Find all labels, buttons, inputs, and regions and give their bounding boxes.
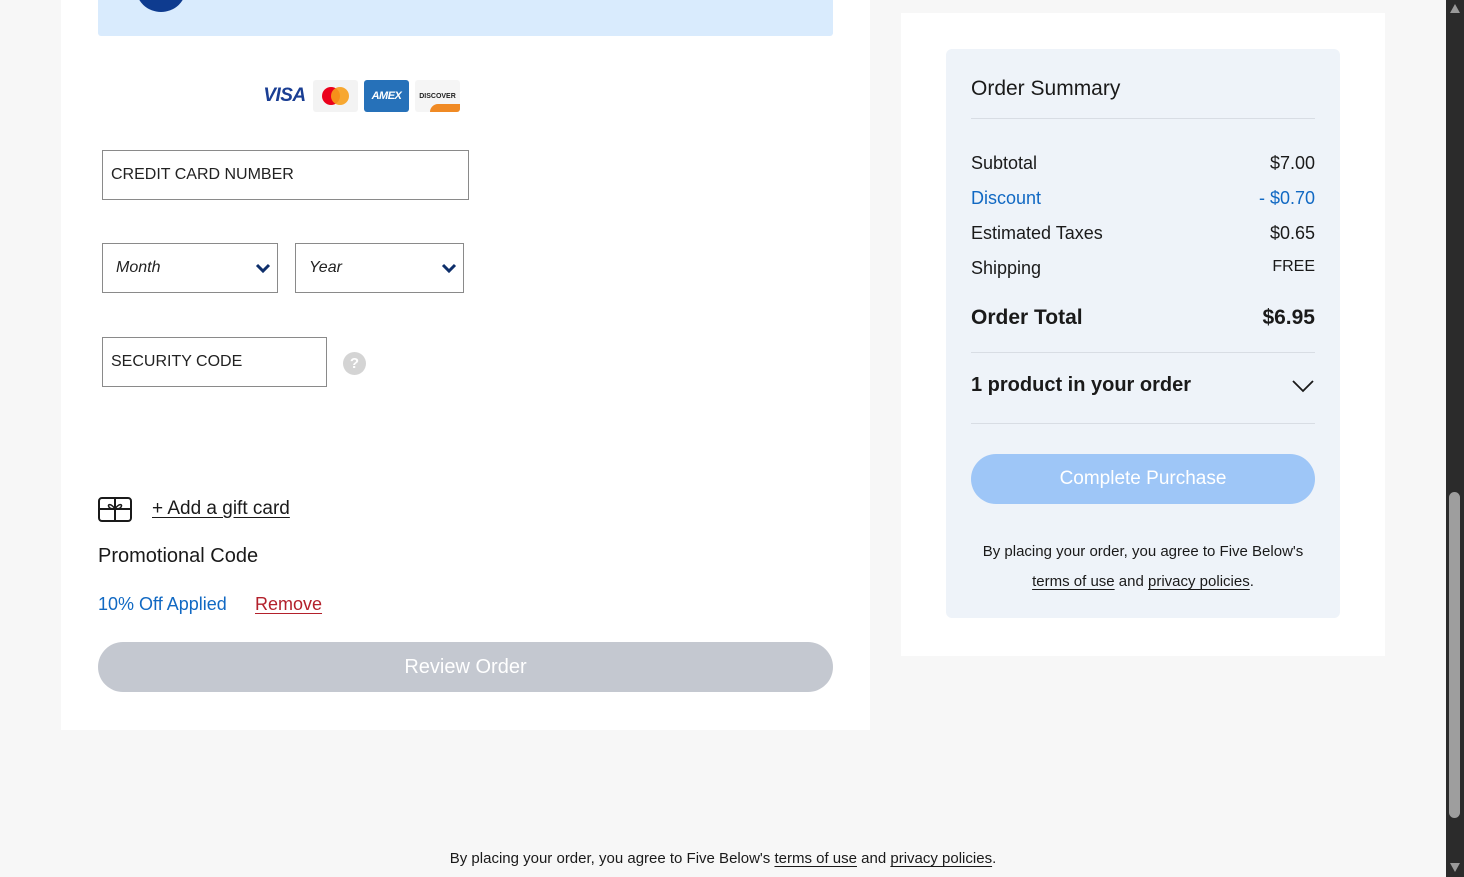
shipping-label: Shipping	[971, 258, 1042, 278]
chevron-down-icon	[255, 263, 271, 274]
expiry-year-select[interactable]: Year	[295, 243, 464, 293]
amex-icon: AMEX	[364, 80, 409, 112]
discount-row: Discount - $0.70	[971, 188, 1315, 209]
privacy-policies-link[interactable]: privacy policies	[1148, 573, 1250, 590]
payment-method-banner	[98, 0, 833, 36]
divider	[971, 118, 1315, 119]
accepted-cards: VISA AMEX DISCOVER	[262, 80, 460, 112]
subtotal-label: Subtotal	[971, 153, 1038, 173]
order-summary-title: Order Summary	[971, 77, 1121, 100]
subtotal-value: $7.00	[1269, 153, 1315, 173]
expiry-month-select[interactable]: Month	[102, 243, 278, 293]
scroll-down-arrow-icon[interactable]	[1450, 863, 1460, 872]
remove-promo-link[interactable]: Remove	[255, 594, 322, 615]
order-total-label: Order Total	[971, 306, 1083, 329]
order-total-row: Order Total $6.95	[971, 306, 1315, 330]
chevron-down-icon	[441, 263, 457, 274]
tax-label: Estimated Taxes	[971, 223, 1103, 243]
security-code-input[interactable]: SECURITY CODE	[102, 337, 327, 387]
gift-card-icon	[98, 497, 132, 522]
subtotal-row: Subtotal $7.00	[971, 153, 1315, 174]
month-placeholder: Month	[116, 259, 161, 276]
order-summary-box	[946, 49, 1340, 618]
summary-agreement-text: By placing your order, you agree to Five…	[982, 543, 1304, 590]
security-code-placeholder: SECURITY CODE	[111, 353, 243, 370]
year-placeholder: Year	[309, 259, 342, 276]
tax-value: $0.65	[1269, 223, 1315, 243]
discount-label: Discount	[971, 188, 1042, 208]
discount-value: - $0.70	[1258, 188, 1315, 208]
scroll-up-arrow-icon[interactable]	[1450, 4, 1460, 13]
complete-purchase-button[interactable]: Complete Purchase	[971, 454, 1315, 504]
divider	[971, 423, 1315, 424]
chevron-down-icon	[1292, 379, 1314, 392]
discover-icon: DISCOVER	[415, 80, 460, 112]
help-icon[interactable]: ?	[343, 352, 366, 375]
tax-row: Estimated Taxes $0.65	[971, 223, 1315, 244]
shipping-row: Shipping FREE	[971, 258, 1315, 279]
banner-radio-icon	[136, 0, 186, 12]
credit-card-number-placeholder: CREDIT CARD NUMBER	[111, 166, 294, 183]
footer-agreement-text: By placing your order, you agree to Five…	[449, 850, 997, 867]
visa-icon: VISA	[262, 80, 307, 112]
review-order-button[interactable]: Review Order	[98, 642, 833, 692]
footer-privacy-policies-link[interactable]: privacy policies	[890, 850, 992, 867]
credit-card-number-input[interactable]: CREDIT CARD NUMBER	[102, 150, 469, 200]
products-count-label: 1 product in your order	[971, 374, 1192, 396]
add-gift-card-link[interactable]: + Add a gift card	[152, 498, 290, 520]
shipping-value: FREE	[1272, 258, 1315, 275]
scrollbar-thumb[interactable]	[1449, 492, 1460, 818]
products-toggle[interactable]: 1 product in your order	[971, 374, 1315, 397]
promo-applied-text: 10% Off Applied	[98, 594, 227, 614]
order-total-value: $6.95	[1262, 306, 1315, 329]
divider	[971, 352, 1315, 353]
promo-code-title: Promotional Code	[98, 545, 259, 567]
mastercard-icon	[313, 80, 358, 112]
terms-of-use-link[interactable]: terms of use	[1032, 573, 1115, 590]
footer-terms-of-use-link[interactable]: terms of use	[774, 850, 857, 867]
